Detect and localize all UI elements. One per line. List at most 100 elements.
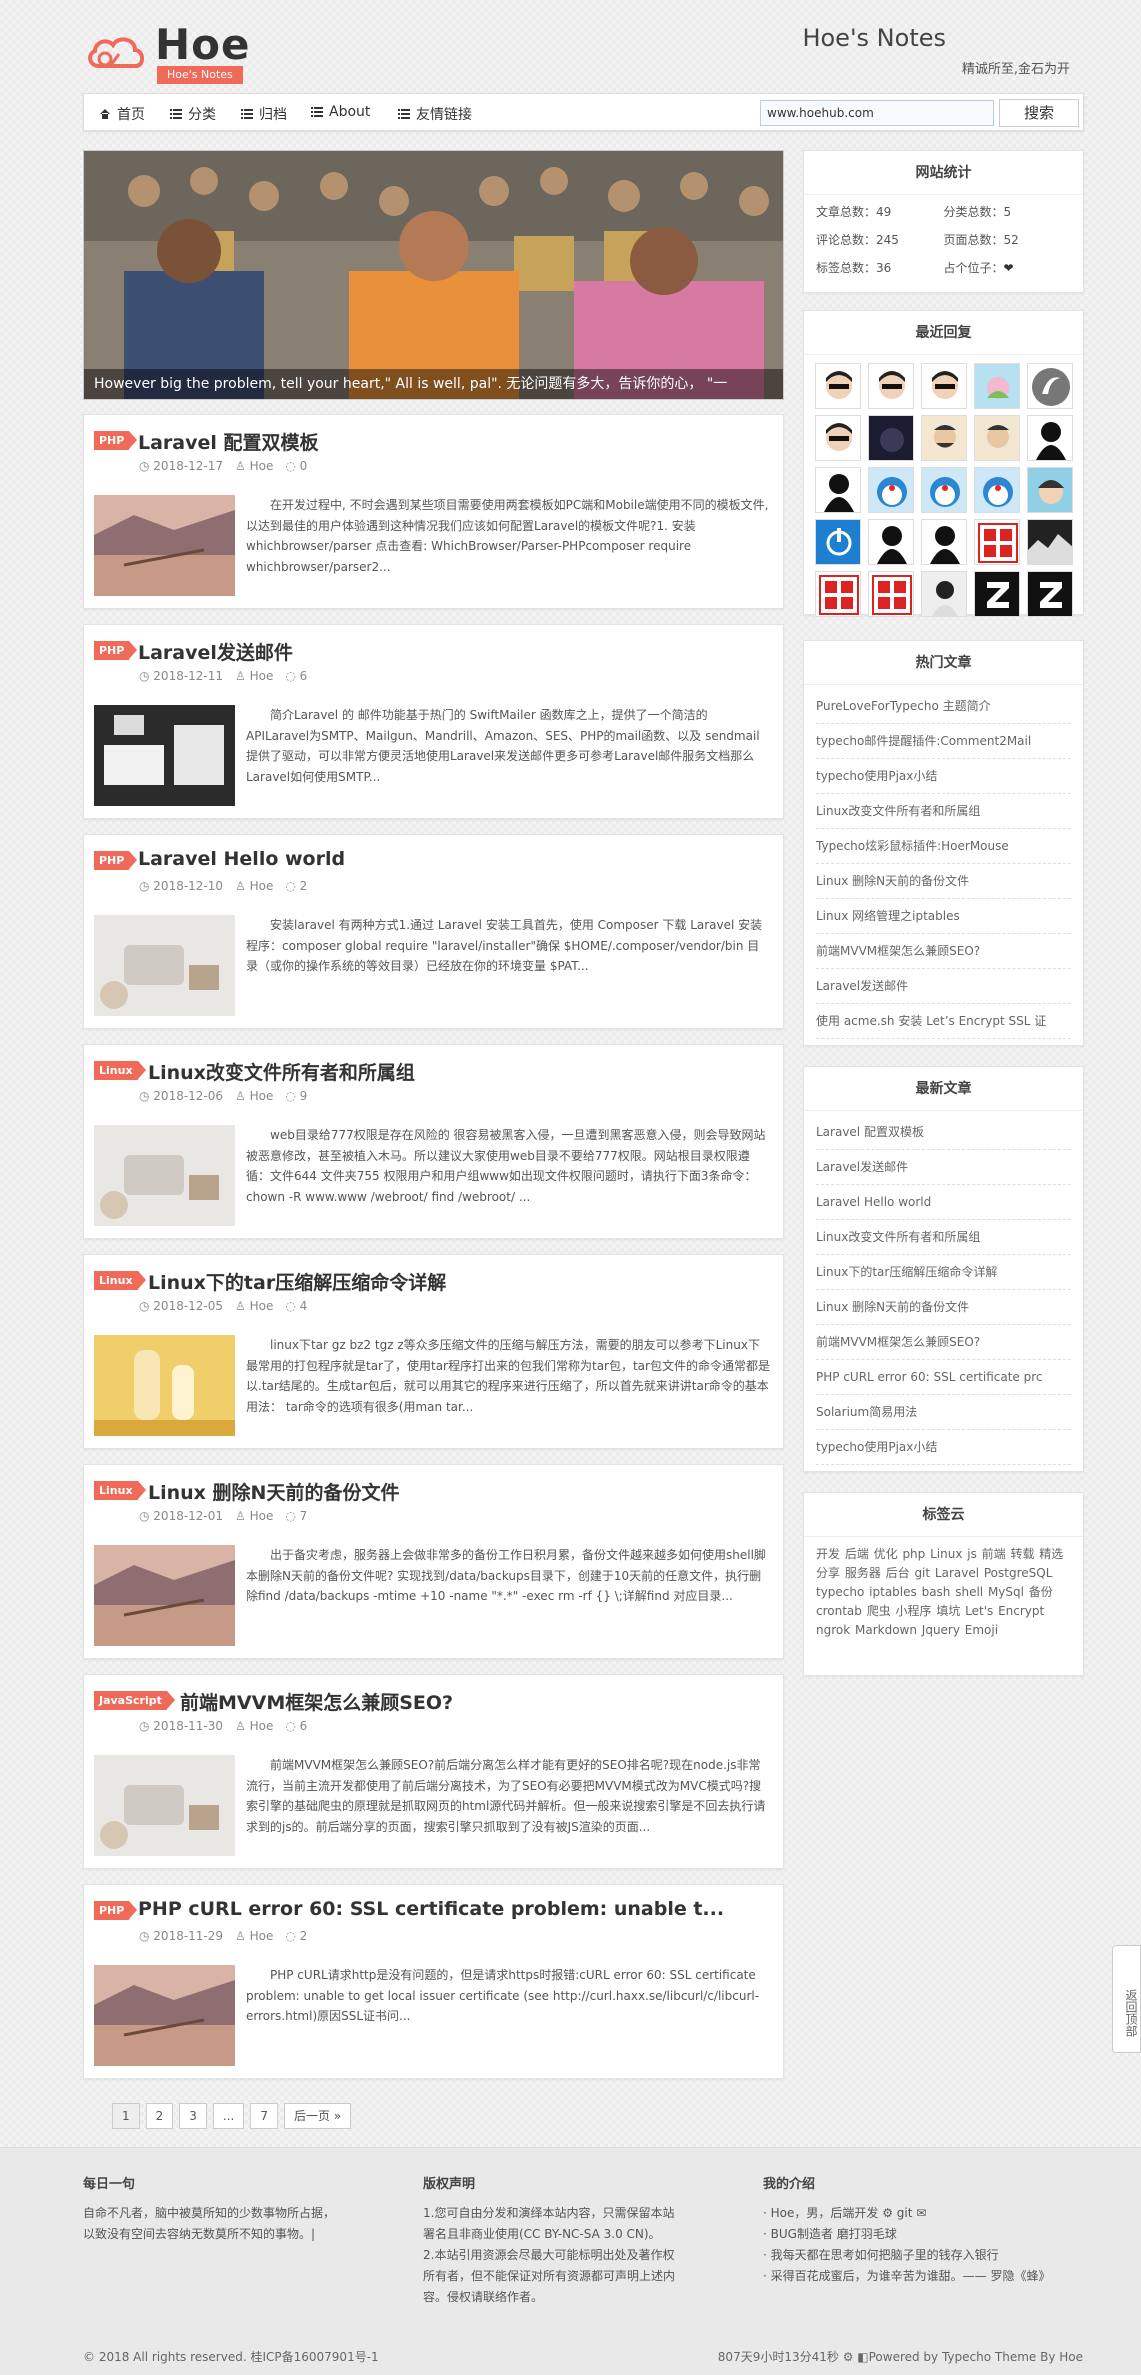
post-category-tag[interactable]: Linux xyxy=(94,1481,146,1500)
hot-post-link[interactable]: Linux 删除N天前的备份文件 xyxy=(816,864,1071,899)
latest-post-link[interactable]: PHP cURL error 60: SSL certificate prc xyxy=(816,1360,1071,1395)
hot-post-link[interactable]: PureLoveForTypecho 主题简介 xyxy=(816,689,1071,724)
post-title[interactable]: Linux 删除N天前的备份文件 xyxy=(148,1478,399,1505)
tag-cloud[interactable]: 开发 后端 优化 php Linux js 前端 转载 精选 分享 服务器 后台… xyxy=(804,1537,1083,1648)
nav-item-home[interactable]: 首页 xyxy=(99,104,145,124)
avatar[interactable] xyxy=(920,415,967,461)
post-title[interactable]: Linux下的tar压缩解压缩命令详解 xyxy=(148,1268,446,1295)
avatar[interactable] xyxy=(814,363,861,409)
avatar[interactable] xyxy=(1026,571,1073,617)
avatar[interactable] xyxy=(867,519,914,565)
post-category-tag[interactable]: PHP xyxy=(94,431,138,450)
nav-item-category[interactable]: 分类 xyxy=(170,104,216,124)
avatar[interactable] xyxy=(973,519,1020,565)
hot-post-link[interactable]: Typecho炫彩鼠标插件:HoerMouse xyxy=(816,829,1071,864)
post-category-tag[interactable]: PHP xyxy=(94,641,138,660)
footer-line[interactable]: · Hoe，男，后端开发 ⚙ git ✉ xyxy=(763,2203,1063,2224)
post-author[interactable]: ♙ Hoe xyxy=(235,1719,273,1733)
post-title[interactable]: Linux改变文件所有者和所属组 xyxy=(148,1058,415,1085)
post-comments[interactable]: ◌ 6 xyxy=(285,1719,307,1733)
post-title[interactable]: Laravel 配置双模板 xyxy=(138,428,319,455)
latest-post-link[interactable]: Laravel Hello world xyxy=(816,1185,1071,1220)
post-comments[interactable]: ◌ 7 xyxy=(285,1509,307,1523)
post-comments[interactable]: ◌ 6 xyxy=(285,669,307,683)
latest-post-link[interactable]: Laravel 配置双模板 xyxy=(816,1115,1071,1150)
post-thumbnail[interactable] xyxy=(94,1965,235,2066)
avatar[interactable] xyxy=(973,415,1020,461)
hot-post-link[interactable]: Linux改变文件所有者和所属组 xyxy=(816,794,1071,829)
footer-runtime[interactable]: 807天9小时13分41秒 ⚙ ◧Powered by Typecho Them… xyxy=(718,2348,1083,2365)
post-title[interactable]: Laravel Hello world xyxy=(138,848,345,870)
hot-post-link[interactable]: Laravel发送邮件 xyxy=(816,969,1071,1004)
latest-post-link[interactable]: Linux下的tar压缩解压缩命令详解 xyxy=(816,1255,1071,1290)
avatar[interactable] xyxy=(973,363,1020,409)
post-thumbnail[interactable] xyxy=(94,915,235,1016)
post-category-tag[interactable]: Linux xyxy=(94,1061,146,1080)
latest-post-link[interactable]: 前端MVVM框架怎么兼顾SEO? xyxy=(816,1325,1071,1360)
search-input[interactable]: www.hoehub.com xyxy=(760,100,994,126)
post-author[interactable]: ♙ Hoe xyxy=(235,879,273,893)
latest-post-link[interactable]: Laravel发送邮件 xyxy=(816,1150,1071,1185)
avatar[interactable] xyxy=(814,571,861,617)
latest-post-link[interactable]: Linux改变文件所有者和所属组 xyxy=(816,1220,1071,1255)
nav-item-links[interactable]: 友情链接 xyxy=(398,104,472,124)
avatar[interactable] xyxy=(920,363,967,409)
avatar[interactable] xyxy=(973,571,1020,617)
post-comments[interactable]: ◌ 9 xyxy=(285,1089,307,1103)
avatar[interactable] xyxy=(920,467,967,513)
avatar[interactable] xyxy=(814,467,861,513)
post-category-tag[interactable]: PHP xyxy=(94,1901,138,1920)
avatar[interactable] xyxy=(1026,363,1073,409)
avatar[interactable] xyxy=(973,467,1020,513)
post-author[interactable]: ♙ Hoe xyxy=(235,1299,273,1313)
footer-copyright[interactable]: © 2018 All rights reserved. 桂ICP备1600790… xyxy=(83,2348,379,2365)
post-category-tag[interactable]: Linux xyxy=(94,1271,146,1290)
hero-banner[interactable]: However big the problem, tell your heart… xyxy=(83,150,784,400)
nav-item-archive[interactable]: 归档 xyxy=(241,104,287,124)
hot-post-link[interactable]: 使用 acme.sh 安装 Let’s Encrypt SSL 证 xyxy=(816,1004,1071,1039)
site-title[interactable]: Hoe's Notes xyxy=(802,24,946,52)
avatar[interactable] xyxy=(867,415,914,461)
hot-post-link[interactable]: 前端MVVM框架怎么兼顾SEO? xyxy=(816,934,1071,969)
post-comments[interactable]: ◌ 4 xyxy=(285,1299,307,1313)
post-category-tag[interactable]: PHP xyxy=(94,851,138,870)
avatar[interactable] xyxy=(1026,467,1073,513)
post-thumbnail[interactable] xyxy=(94,1755,235,1856)
page-2[interactable]: 2 xyxy=(145,2103,174,2129)
page-1[interactable]: 1 xyxy=(112,2103,140,2129)
latest-post-link[interactable]: typecho使用Pjax小结 xyxy=(816,1430,1071,1465)
avatar[interactable] xyxy=(1026,415,1073,461)
hot-post-link[interactable]: typecho邮件提醒插件:Comment2Mail xyxy=(816,724,1071,759)
post-author[interactable]: ♙ Hoe xyxy=(235,669,273,683)
hot-post-link[interactable]: typecho使用Pjax小结 xyxy=(816,759,1071,794)
post-author[interactable]: ♙ Hoe xyxy=(235,1089,273,1103)
next-page-button[interactable]: 后一页 » xyxy=(284,2103,352,2129)
back-to-top-button[interactable]: 返回顶部 xyxy=(1112,1945,1141,2053)
site-logo[interactable]: Hoe Hoe's Notes xyxy=(85,22,250,84)
page-3[interactable]: 3 xyxy=(179,2103,207,2129)
post-thumbnail[interactable] xyxy=(94,1545,235,1646)
avatar[interactable] xyxy=(814,519,861,565)
latest-post-link[interactable]: Linux 删除N天前的备份文件 xyxy=(816,1290,1071,1325)
post-comments[interactable]: ◌ 2 xyxy=(285,879,307,893)
avatar[interactable] xyxy=(920,519,967,565)
post-title[interactable]: PHP cURL error 60: SSL certificate probl… xyxy=(138,1898,724,1920)
avatar[interactable] xyxy=(814,415,861,461)
post-title[interactable]: Laravel发送邮件 xyxy=(138,638,293,665)
avatar[interactable] xyxy=(867,467,914,513)
post-thumbnail[interactable] xyxy=(94,705,235,806)
post-author[interactable]: ♙ Hoe xyxy=(235,459,273,473)
post-thumbnail[interactable] xyxy=(94,1335,235,1436)
post-author[interactable]: ♙ Hoe xyxy=(235,1929,273,1943)
hot-post-link[interactable]: Linux 网络管理之iptables xyxy=(816,899,1071,934)
post-author[interactable]: ♙ Hoe xyxy=(235,1509,273,1523)
search-button[interactable]: 搜索 xyxy=(999,99,1079,127)
avatar[interactable] xyxy=(867,363,914,409)
post-thumbnail[interactable] xyxy=(94,495,235,596)
post-comments[interactable]: ◌ 2 xyxy=(285,1929,307,1943)
latest-post-link[interactable]: Solarium简易用法 xyxy=(816,1395,1071,1430)
page-7[interactable]: 7 xyxy=(250,2103,279,2129)
nav-item-about[interactable]: About xyxy=(311,104,370,120)
post-comments[interactable]: ◌ 0 xyxy=(285,459,307,473)
avatar[interactable] xyxy=(867,571,914,617)
